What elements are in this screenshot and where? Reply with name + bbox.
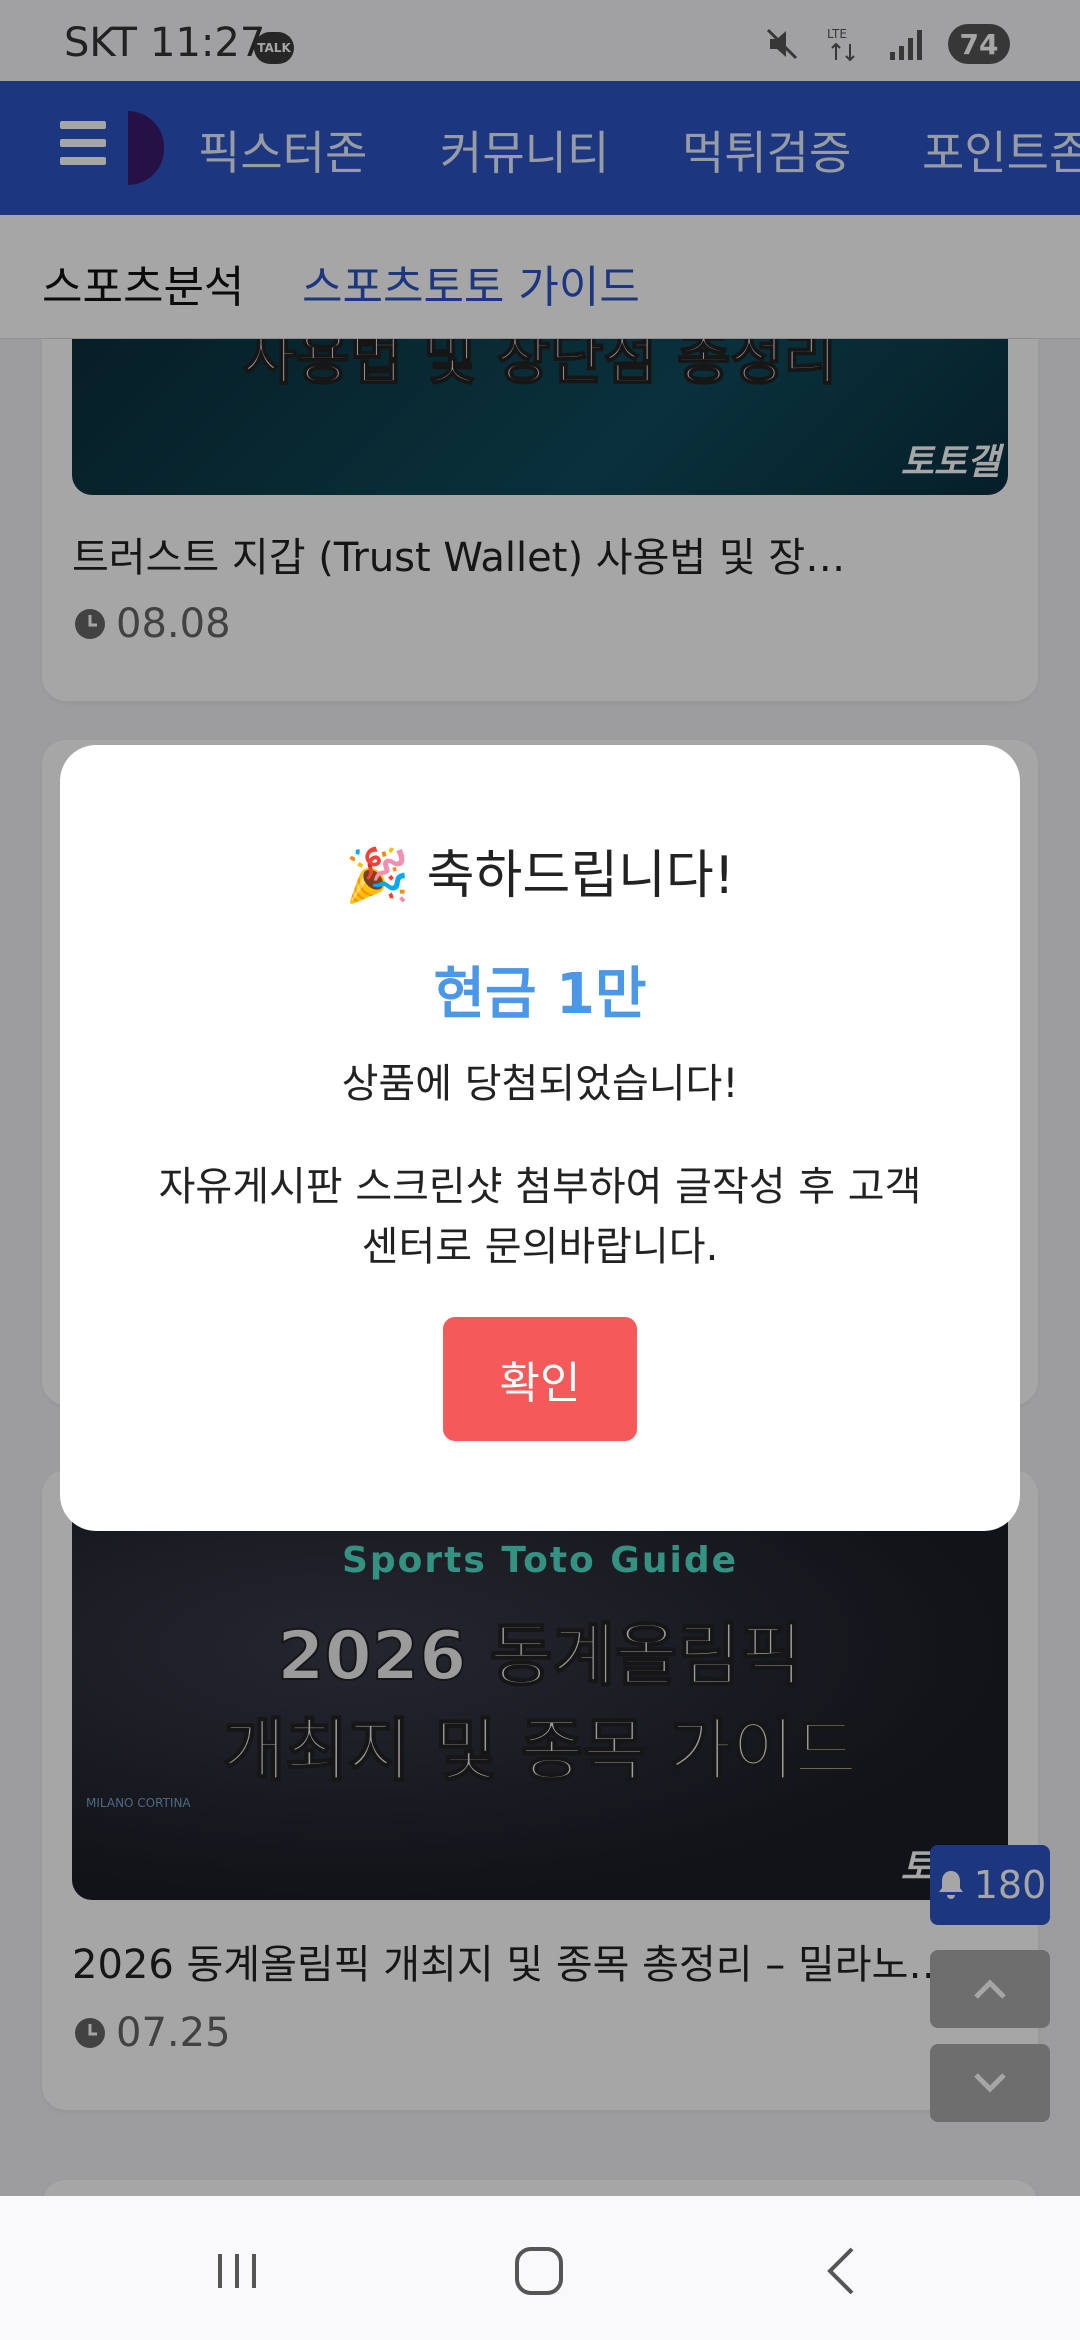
system-nav-bar [0, 2196, 1080, 2340]
home-icon [515, 2247, 563, 2295]
prize-amount: 현금 1만 [433, 962, 647, 1027]
confirm-button[interactable]: 확인 [443, 1317, 637, 1441]
modal-message: 상품에 당첨되었습니다! [341, 1061, 739, 1107]
congratulations-modal: 🎉 축하드립니다! 현금 1만 상품에 당첨되었습니다! 자유게시판 스크린샷 … [60, 745, 1020, 1531]
modal-title: 🎉 축하드립니다! [345, 846, 735, 906]
home-button[interactable] [499, 2236, 579, 2306]
recent-apps-button[interactable] [197, 2236, 277, 2306]
recent-apps-icon [218, 2254, 256, 2288]
modal-description: 자유게시판 스크린샷 첨부하여 글작성 후 고객센터로 문의바랍니다. [158, 1164, 922, 1270]
back-button[interactable] [802, 2236, 882, 2306]
back-icon [827, 2247, 854, 2295]
